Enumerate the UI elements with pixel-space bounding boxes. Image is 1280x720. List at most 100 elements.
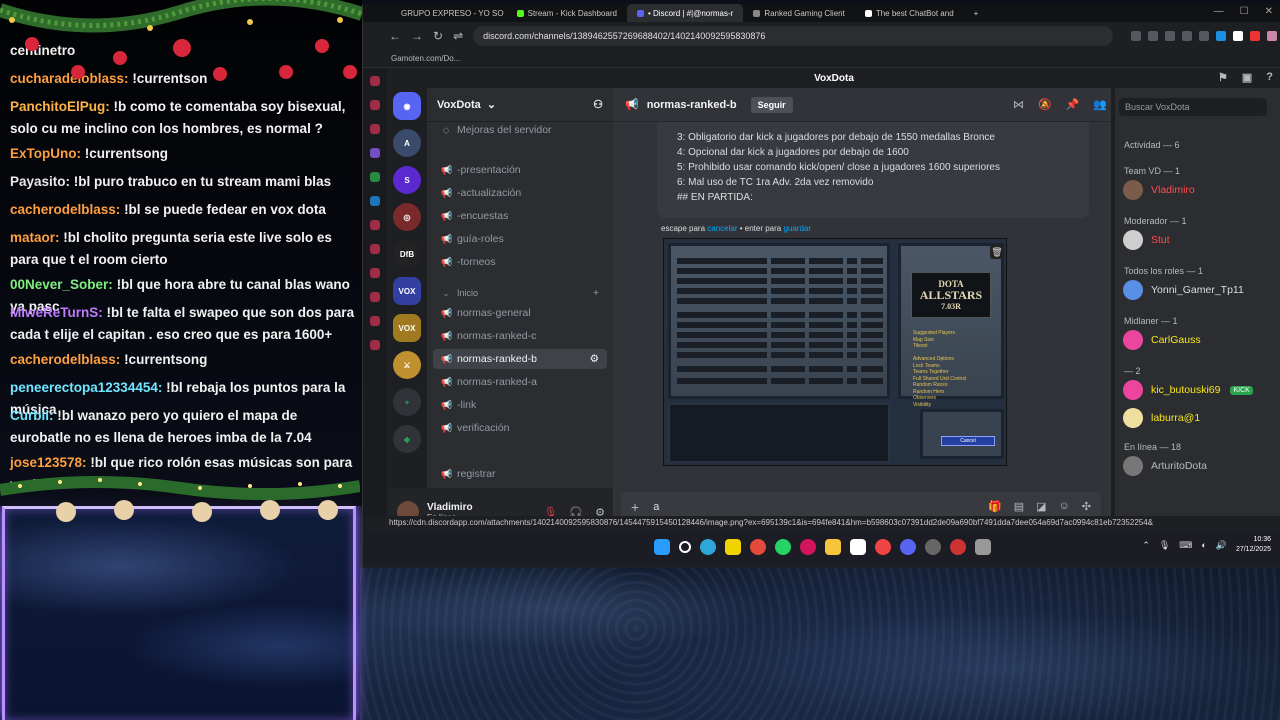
browser-tab[interactable]: The best ChatBot and xyxy=(855,4,964,22)
minimize-icon[interactable]: — xyxy=(1214,6,1224,17)
emoji-icon[interactable]: ☺ xyxy=(1059,500,1070,513)
member-item[interactable]: ArturitoDota xyxy=(1123,456,1207,476)
gear-icon[interactable]: ⚙ xyxy=(590,353,599,365)
channel-item[interactable]: 📢 verificación xyxy=(433,418,607,438)
member-item[interactable]: CarlGauss xyxy=(1123,330,1201,350)
server-icon[interactable]: VOX xyxy=(393,314,421,342)
sticker-icon[interactable]: ◪ xyxy=(1036,500,1046,513)
member-item[interactable]: Yonni_Gamer_Tp11 xyxy=(1123,280,1244,300)
close-icon[interactable]: ✕ xyxy=(1265,6,1273,17)
pin-icon[interactable]: 📌 xyxy=(1066,98,1080,111)
side-panel-icon[interactable] xyxy=(370,124,380,134)
app-icon[interactable] xyxy=(974,539,991,555)
message-edit-box[interactable]: 3: Obligatorio dar kick a jugadores por … xyxy=(657,122,1089,218)
server-icon[interactable]: ◎ xyxy=(393,203,421,231)
channel-item[interactable]: 📢 normas-ranked-b ⚙ xyxy=(433,349,607,369)
extension-icon[interactable] xyxy=(1165,31,1176,41)
maximize-icon[interactable]: ☐ xyxy=(1240,6,1249,17)
volume-icon[interactable]: 🔊 xyxy=(1216,540,1227,551)
category-item[interactable]: ⌄ Inicio + xyxy=(433,283,607,303)
server-icon[interactable]: ⚔ xyxy=(393,351,421,379)
reload-icon[interactable]: ↻ xyxy=(433,29,443,43)
side-panel-icon[interactable] xyxy=(370,76,380,86)
mic-icon[interactable]: 🎙 xyxy=(1159,540,1170,551)
side-panel-icon[interactable] xyxy=(370,196,380,206)
members-icon[interactable]: 👥 xyxy=(1093,98,1107,111)
extension-icon[interactable] xyxy=(1216,31,1227,41)
windows-start-icon[interactable] xyxy=(653,539,670,555)
apps-icon[interactable]: ✣ xyxy=(1082,500,1091,513)
follow-button[interactable]: Seguir xyxy=(750,96,793,113)
app-icon[interactable] xyxy=(949,539,966,555)
back-icon[interactable]: ← xyxy=(389,29,401,43)
extension-icon[interactable] xyxy=(1131,31,1142,41)
whatsapp-icon[interactable] xyxy=(774,539,791,555)
add-channel-icon[interactable]: + xyxy=(593,287,599,299)
bookmark-item[interactable]: Gamoten.com/Do... xyxy=(391,54,460,63)
extension-icon[interactable] xyxy=(1182,31,1193,41)
cancel-link[interactable]: cancelar xyxy=(707,224,737,233)
browser-tab[interactable]: • Discord | #|@normas-r xyxy=(627,4,744,22)
explore-icon[interactable]: ◈ xyxy=(393,425,421,453)
extension-icon[interactable] xyxy=(1199,31,1210,41)
channel-item[interactable]: 📢 normas-ranked-a xyxy=(433,372,607,392)
app-icon[interactable] xyxy=(874,539,891,555)
add-server-icon[interactable]: + xyxy=(393,388,421,416)
browser-tab[interactable]: Ranked Gaming Client xyxy=(743,4,854,22)
server-icon[interactable]: S xyxy=(393,166,421,194)
channel-item[interactable]: 📢 -link xyxy=(433,395,607,415)
forward-icon[interactable]: → xyxy=(411,29,423,43)
member-item[interactable]: kic_butouski69 KICK xyxy=(1123,380,1253,400)
side-panel-icon[interactable] xyxy=(370,220,380,230)
extension-icon[interactable] xyxy=(1148,31,1159,41)
plus-icon[interactable]: + xyxy=(631,499,639,515)
side-panel-icon[interactable] xyxy=(370,148,380,158)
store-icon[interactable] xyxy=(849,539,866,555)
channel-item[interactable]: 📢 -encuestas xyxy=(433,206,607,226)
channel-item[interactable]: 📢 -presentación xyxy=(433,160,607,180)
server-icon[interactable]: DfB xyxy=(393,240,421,268)
notifications-icon[interactable]: 🔕 xyxy=(1038,98,1052,111)
channel-item[interactable]: 📢 normas-general xyxy=(433,303,607,323)
help-icon[interactable]: ? xyxy=(1266,71,1273,84)
add-member-icon[interactable]: ⚇ xyxy=(593,98,603,111)
discord-home-icon[interactable]: ◉ xyxy=(393,92,421,120)
extension-icon[interactable] xyxy=(1233,31,1244,41)
server-icon[interactable]: VOX xyxy=(393,277,421,305)
channel-item[interactable]: 📢 guía-roles xyxy=(433,229,607,249)
server-icon[interactable]: A xyxy=(393,129,421,157)
app-icon[interactable] xyxy=(924,539,941,555)
search-input[interactable]: Buscar VoxDota xyxy=(1119,98,1267,116)
member-item[interactable]: Vladimiro xyxy=(1123,180,1195,200)
browser-tab[interactable]: GRUPO EXPRESO - YO SO xyxy=(387,4,507,22)
chrome-icon[interactable] xyxy=(749,539,766,555)
inbox-icon[interactable]: ▣ xyxy=(1242,71,1252,84)
discord-icon[interactable] xyxy=(899,539,916,555)
side-panel-icon[interactable] xyxy=(370,340,380,350)
side-panel-icon[interactable] xyxy=(370,244,380,254)
clock[interactable]: 10:36 27/12/2025 xyxy=(1236,535,1271,555)
channel-item[interactable]: 📢 normas-ranked-c xyxy=(433,326,607,346)
url-input[interactable]: discord.com/channels/1389462557269688402… xyxy=(473,26,1114,46)
server-header[interactable]: VoxDota ⌄ ⚇ xyxy=(427,88,613,122)
chevron-up-icon[interactable]: ⌃ xyxy=(1142,540,1150,551)
side-panel-icon[interactable] xyxy=(370,316,380,326)
network-icon[interactable]: ◐ xyxy=(1201,540,1206,550)
server-boost-item[interactable]: ◇ Mejoras del servidor xyxy=(433,120,607,140)
threads-icon[interactable]: ⋈ xyxy=(1013,98,1024,111)
save-link[interactable]: guardar xyxy=(783,224,811,233)
new-tab-button[interactable]: + xyxy=(964,4,989,22)
side-panel-icon[interactable] xyxy=(370,100,380,110)
extension-icon[interactable] xyxy=(1267,31,1278,41)
opera-icon[interactable] xyxy=(799,539,816,555)
keyboard-icon[interactable]: ⌨ xyxy=(1179,540,1192,551)
attached-image[interactable]: DOTA ALLSTARS 7.03R Suggested Players Map… xyxy=(663,238,1007,466)
channel-item[interactable]: 📢 registrar xyxy=(433,464,607,484)
channel-item[interactable]: 📢 -actualización xyxy=(433,183,607,203)
channel-item[interactable]: 📢 -torneos xyxy=(433,252,607,272)
member-item[interactable]: Stut xyxy=(1123,230,1170,250)
member-item[interactable]: laburra@1 xyxy=(1123,408,1200,428)
gif-icon[interactable]: ▤ xyxy=(1014,500,1024,513)
gift-icon[interactable]: 🎁 xyxy=(988,500,1002,513)
search-icon[interactable] xyxy=(678,541,691,553)
